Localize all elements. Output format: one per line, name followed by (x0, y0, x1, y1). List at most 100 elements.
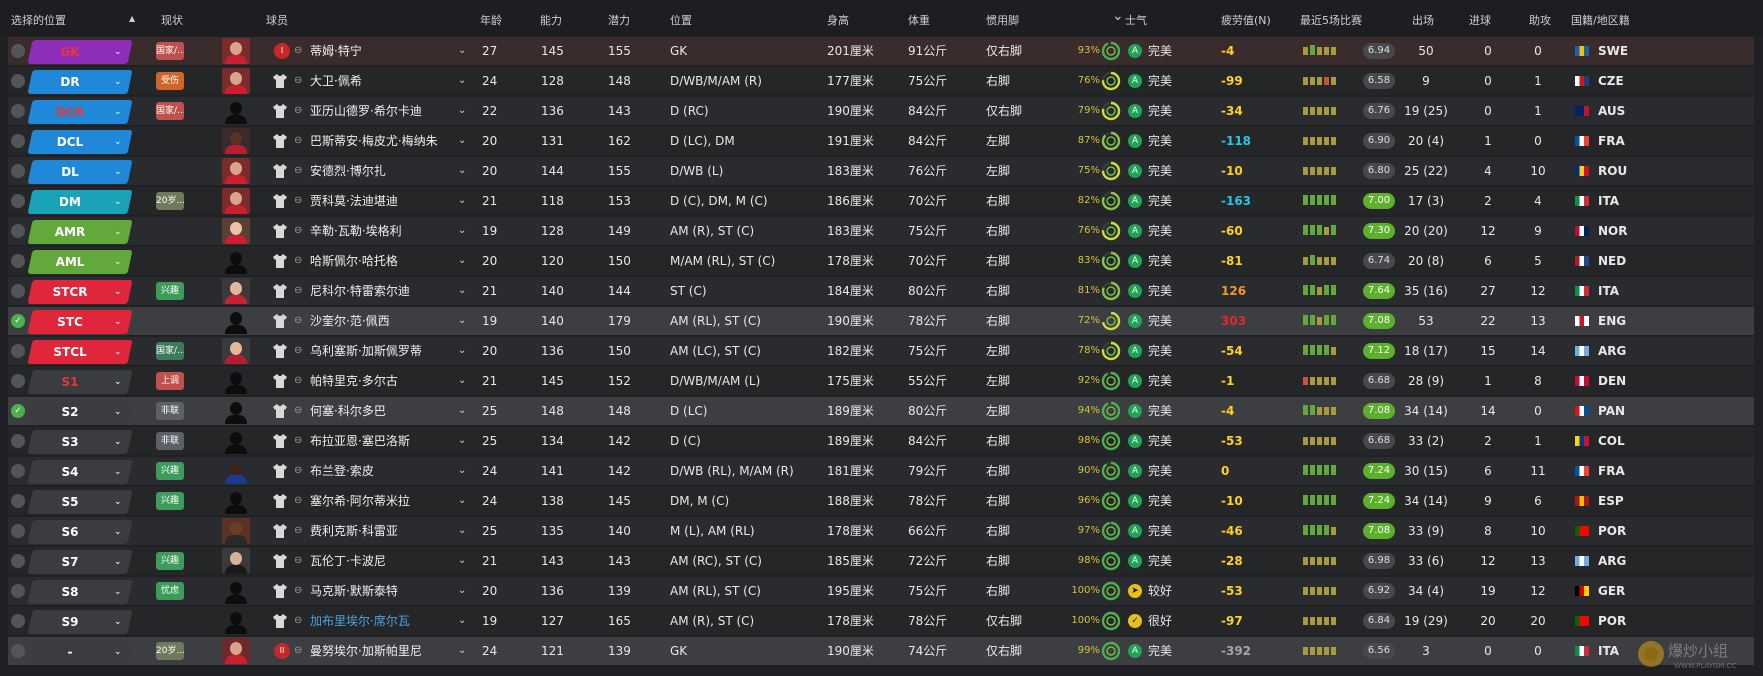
chevron-down-icon[interactable]: ⌄ (114, 310, 122, 334)
row-select-checkbox[interactable] (11, 254, 25, 268)
player-name[interactable]: 蒂姆·特宁 (310, 36, 362, 66)
position-selector[interactable]: DCL ⌄ (27, 130, 133, 154)
col-position-header[interactable]: 位置 (670, 12, 692, 28)
player-name[interactable]: 马克斯·默斯泰特 (310, 576, 398, 606)
sort-asc-icon[interactable]: ▲ (129, 14, 135, 23)
row-select-checkbox[interactable] (11, 284, 25, 298)
table-row[interactable]: AMR ⌄ ⊖ 辛勒·瓦勒·埃格利 ⌄ 19 128 149 AM (R), ST (C) 183… (0, 216, 1763, 246)
chevron-down-icon[interactable]: ⌄ (114, 250, 122, 274)
chevron-down-icon[interactable]: ⌄ (114, 430, 122, 454)
player-name[interactable]: 大卫·佩希 (310, 66, 362, 96)
row-select-checkbox[interactable] (11, 374, 25, 388)
table-row[interactable]: S5 ⌄ 兴趣 ⊖ 塞尔希·阿尔蒂米拉 ⌄ 24 138 145 DM, M (C) 188厘米 78… (0, 486, 1763, 516)
sort-desc-icon[interactable]: ⌄ (1112, 8, 1124, 24)
table-row[interactable]: S7 ⌄ 兴趣 ⊖ 瓦伦丁·卡波尼 ⌄ 21 143 143 AM (RC), ST (C) 185… (0, 546, 1763, 576)
row-select-checkbox[interactable] (11, 464, 25, 478)
chevron-down-icon[interactable]: ⌄ (458, 246, 466, 276)
row-select-checkbox[interactable] (11, 134, 25, 148)
table-row[interactable]: ✓ STC ⌄ ⊖ 沙奎尔·范·佩西 ⌄ 19 140 179 AM (RL), ST (C) 19… (0, 306, 1763, 336)
chevron-down-icon[interactable]: ⌄ (458, 96, 466, 126)
row-select-checkbox[interactable] (11, 74, 25, 88)
player-name[interactable]: 何塞·科尔多巴 (310, 396, 386, 426)
player-name[interactable]: 巴斯蒂安·梅皮尤·梅纳朱 (310, 126, 438, 156)
chevron-down-icon[interactable]: ⌄ (458, 516, 466, 546)
player-name[interactable]: 哈斯佩尔·哈托格 (310, 246, 398, 276)
col-nationality-header[interactable]: 国籍/地区籍 (1571, 12, 1630, 28)
position-selector[interactable]: S5 ⌄ (27, 490, 133, 514)
position-selector[interactable]: S6 ⌄ (27, 520, 133, 544)
col-player-header[interactable]: 球员 (266, 12, 288, 28)
row-select-checkbox[interactable] (11, 164, 25, 178)
row-select-checkbox[interactable] (11, 194, 25, 208)
position-selector[interactable]: S2 ⌄ (27, 400, 133, 424)
chevron-down-icon[interactable]: ⌄ (114, 460, 122, 484)
player-name[interactable]: 布兰登·索皮 (310, 456, 374, 486)
table-row[interactable]: DR ⌄ 受伤 ⊖ 大卫·佩希 ⌄ 24 128 148 D/WB/M/AM (R) 177厘米 75… (0, 66, 1763, 96)
chevron-down-icon[interactable]: ⌄ (114, 280, 122, 304)
col-status-header[interactable]: 现状 (161, 12, 183, 28)
chevron-down-icon[interactable]: ⌄ (114, 160, 122, 184)
table-row[interactable]: S9 ⌄ ⊖ 加布里埃尔·席尔瓦 ⌄ 19 127 165 AM (R), ST (C) 178厘… (0, 606, 1763, 636)
player-name[interactable]: 安德烈·博尔扎 (310, 156, 386, 186)
chevron-down-icon[interactable]: ⌄ (114, 610, 122, 634)
row-select-checkbox[interactable] (11, 434, 25, 448)
chevron-down-icon[interactable]: ⌄ (114, 370, 122, 394)
chevron-down-icon[interactable]: ⌄ (114, 70, 122, 94)
table-row[interactable]: STCR ⌄ 兴趣 ⊖ 尼科尔·特雷索尔迪 ⌄ 21 140 144 ST (C) 184厘米 80公… (0, 276, 1763, 306)
player-name[interactable]: 帕特里克·多尔古 (310, 366, 398, 396)
row-select-checkbox[interactable] (11, 524, 25, 538)
position-selector[interactable]: DCR ⌄ (27, 100, 133, 124)
position-selector[interactable]: STC ⌄ (27, 310, 133, 334)
chevron-down-icon[interactable]: ⌄ (458, 276, 466, 306)
row-select-checkbox[interactable] (11, 554, 25, 568)
chevron-down-icon[interactable]: ⌄ (114, 130, 122, 154)
position-selector[interactable]: S8 ⌄ (27, 580, 133, 604)
chevron-down-icon[interactable]: ⌄ (458, 156, 466, 186)
chevron-down-icon[interactable]: ⌄ (458, 216, 466, 246)
col-fatigue-header[interactable]: 疲劳值(N) (1221, 12, 1271, 28)
chevron-down-icon[interactable]: ⌄ (114, 580, 122, 604)
player-name[interactable]: 乌利塞斯·加斯佩罗蒂 (310, 336, 422, 366)
row-select-checkbox[interactable] (11, 584, 25, 598)
col-age-header[interactable]: 年龄 (480, 12, 502, 28)
position-selector[interactable]: - ⌄ (27, 640, 133, 664)
row-select-checkbox[interactable] (11, 224, 25, 238)
row-select-checkbox[interactable] (11, 104, 25, 118)
player-name[interactable]: 曼努埃尔·加斯帕里尼 (310, 636, 422, 666)
table-row[interactable]: S3 ⌄ 非联 ⊖ 布拉亚恩·塞巴洛斯 ⌄ 25 134 142 D (C) 189厘米 84公斤 右脚… (0, 426, 1763, 456)
chevron-down-icon[interactable]: ⌄ (458, 456, 466, 486)
row-select-checkbox[interactable]: ✓ (11, 314, 25, 328)
position-selector[interactable]: S3 ⌄ (27, 430, 133, 454)
row-select-checkbox[interactable] (11, 614, 25, 628)
row-select-checkbox[interactable]: ✓ (11, 404, 25, 418)
player-name[interactable]: 贾科莫·法迪堪迪 (310, 186, 398, 216)
chevron-down-icon[interactable]: ⌄ (458, 576, 466, 606)
position-selector[interactable]: STCR ⌄ (27, 280, 133, 304)
player-name[interactable]: 布拉亚恩·塞巴洛斯 (310, 426, 410, 456)
position-selector[interactable]: S4 ⌄ (27, 460, 133, 484)
chevron-down-icon[interactable]: ⌄ (458, 606, 466, 636)
position-selector[interactable]: DM ⌄ (27, 190, 133, 214)
player-name[interactable]: 费利克斯·科雷亚 (310, 516, 398, 546)
table-row[interactable]: STCL ⌄ 国家/... ⊖ 乌利塞斯·加斯佩罗蒂 ⌄ 20 136 150 AM (LC), … (0, 336, 1763, 366)
col-morale-header[interactable]: 士气 (1125, 12, 1147, 28)
chevron-down-icon[interactable]: ⌄ (458, 126, 466, 156)
chevron-down-icon[interactable]: ⌄ (458, 546, 466, 576)
col-goals-header[interactable]: 进球 (1469, 12, 1491, 28)
player-name[interactable]: 瓦伦丁·卡波尼 (310, 546, 386, 576)
chevron-down-icon[interactable]: ⌄ (458, 426, 466, 456)
table-row[interactable]: GK ⌄ 国家/... I ⊖ 蒂姆·特宁 ⌄ 27 145 155 GK 201厘米 91公斤 仅右脚 9… (0, 36, 1763, 66)
chevron-down-icon[interactable]: ⌄ (114, 190, 122, 214)
table-row[interactable]: ✓ S2 ⌄ 非联 ⊖ 何塞·科尔多巴 ⌄ 25 148 148 D (LC) 189厘米 80公斤 左脚… (0, 396, 1763, 426)
chevron-down-icon[interactable]: ⌄ (458, 486, 466, 516)
player-name[interactable]: 加布里埃尔·席尔瓦 (310, 606, 410, 636)
table-row[interactable]: S4 ⌄ 兴趣 ⊖ 布兰登·索皮 ⌄ 24 141 142 D/WB (RL), M/AM (R)… (0, 456, 1763, 486)
player-name[interactable]: 沙奎尔·范·佩西 (310, 306, 390, 336)
chevron-down-icon[interactable]: ⌄ (114, 490, 122, 514)
position-selector[interactable]: AML ⌄ (27, 250, 133, 274)
position-selector[interactable]: DR ⌄ (27, 70, 133, 94)
col-ability-header[interactable]: 能力 (540, 12, 562, 28)
col-foot-header[interactable]: 惯用脚 (986, 12, 1019, 28)
player-name[interactable]: 亚历山德罗·希尔卡迪 (310, 96, 422, 126)
table-row[interactable]: DCR ⌄ 国家/... ⊖ 亚历山德罗·希尔卡迪 ⌄ 22 136 143 D (RC) 190厘… (0, 96, 1763, 126)
